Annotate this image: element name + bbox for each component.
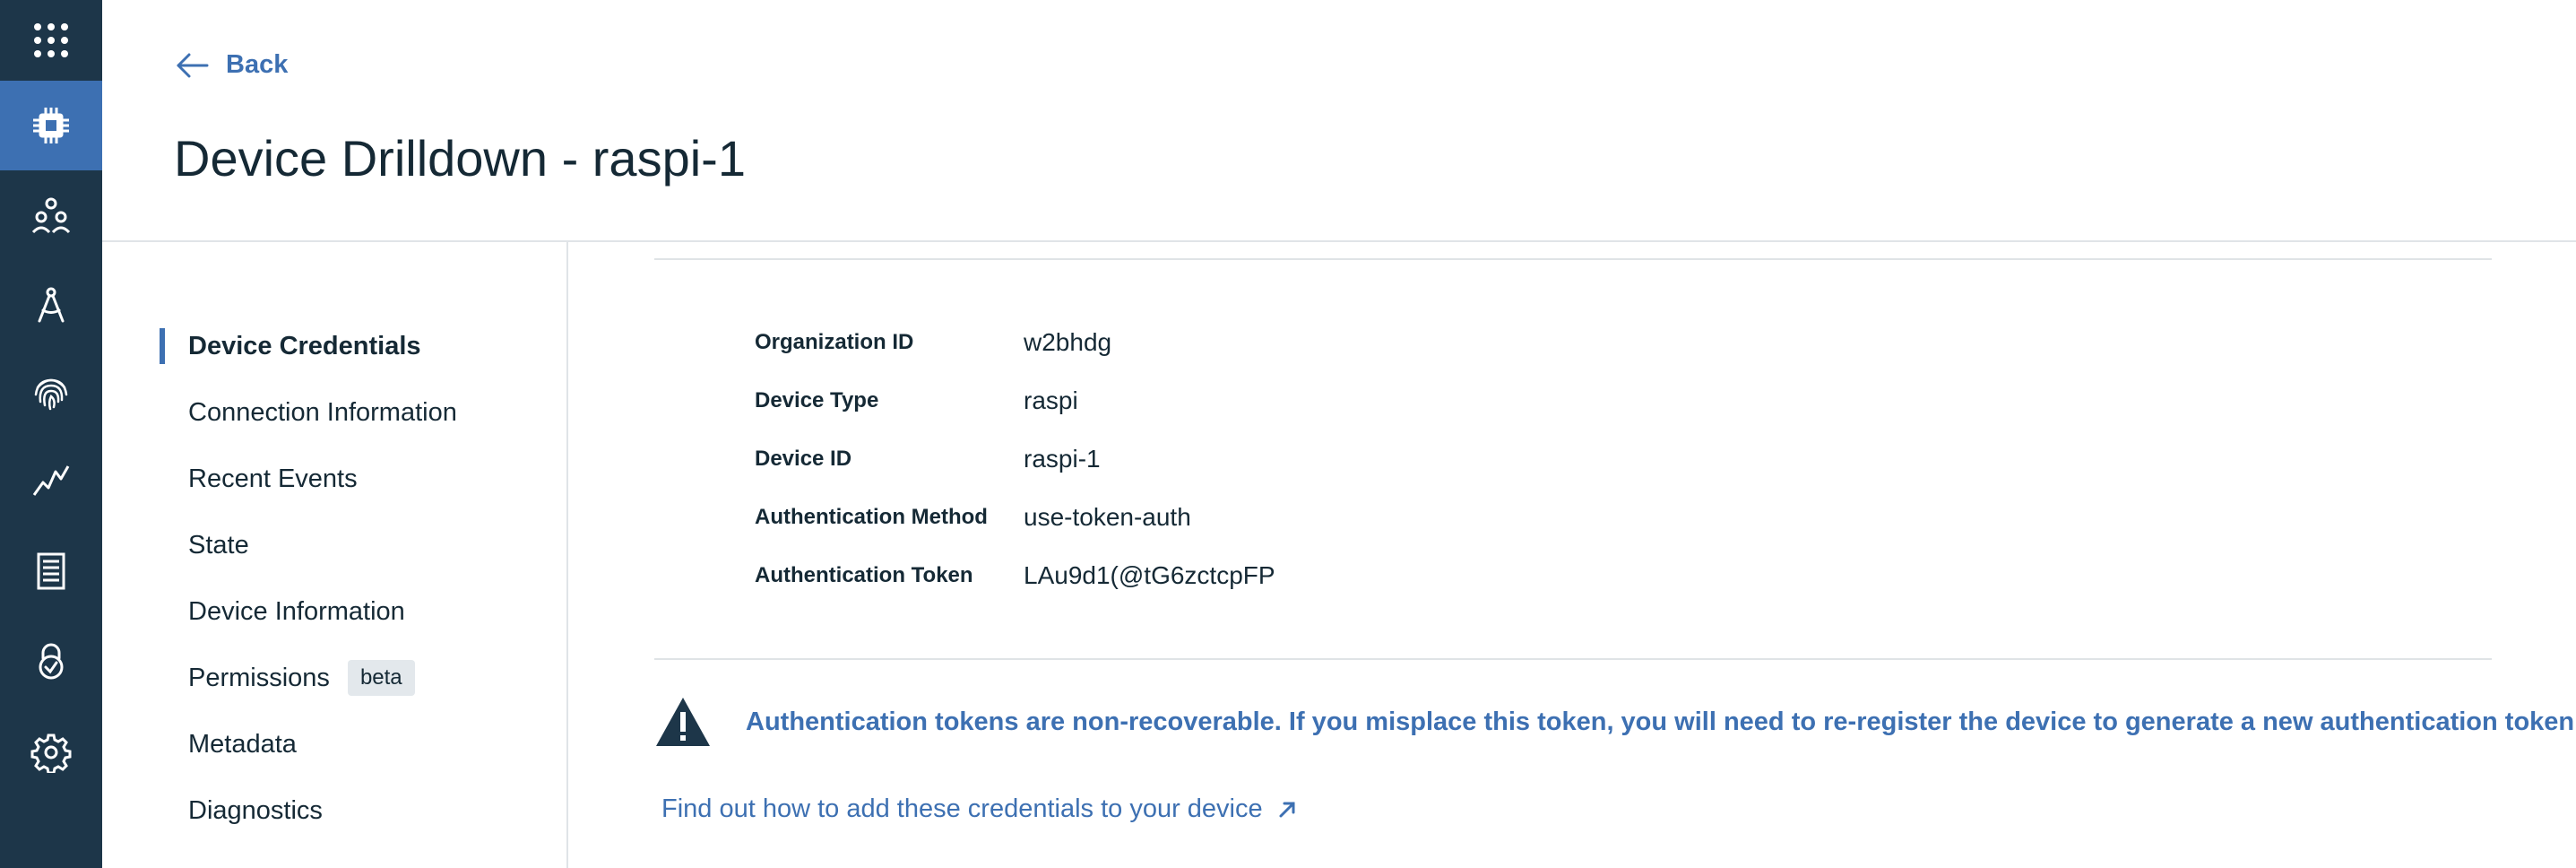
- members-icon: [31, 197, 71, 234]
- back-label: Back: [226, 50, 289, 79]
- nav-item-metadata[interactable]: Metadata: [160, 725, 297, 764]
- chip-icon: [33, 108, 69, 143]
- nav-item-label: Diagnostics: [188, 795, 323, 825]
- divider: [654, 658, 2492, 660]
- rail-item-identity[interactable]: [0, 352, 102, 432]
- page-header: Back Device Drilldown - raspi-1: [102, 0, 2576, 242]
- divider: [654, 258, 2492, 260]
- credential-row-authentication-token: Authentication Token LAu9d1(@tG6zctcpFP: [755, 558, 1275, 594]
- help-link-label: Find out how to add these credentials to…: [661, 794, 1263, 823]
- credential-row-authentication-method: Authentication Method use-token-auth: [755, 499, 1191, 535]
- icon-rail: [0, 0, 102, 868]
- rail-item-usage[interactable]: [0, 439, 102, 520]
- credential-value: raspi-1: [1024, 445, 1101, 473]
- credential-row-device-id: Device ID raspi-1: [755, 441, 1101, 477]
- credential-value: use-token-auth: [1024, 503, 1191, 531]
- back-link[interactable]: Back: [176, 50, 288, 80]
- credentials-panel: Organization ID w2bhdg Device Type raspi…: [568, 242, 2576, 868]
- nav-item-label: Device Credentials: [188, 331, 421, 360]
- nav-item-connection-information[interactable]: Connection Information: [160, 393, 457, 432]
- credential-label: Authentication Method: [755, 505, 988, 529]
- lock-icon: [39, 643, 64, 680]
- token-warning: Authentication tokens are non-recoverabl…: [654, 696, 2576, 748]
- beta-tag: beta: [347, 660, 415, 696]
- rail-item-logs[interactable]: [0, 531, 102, 612]
- nav-item-state[interactable]: State: [160, 525, 249, 565]
- credential-label: Organization ID: [755, 330, 914, 354]
- section-nav: Device Credentials Connection Informatio…: [102, 242, 568, 868]
- nav-item-diagnostics[interactable]: Diagnostics: [160, 791, 323, 830]
- nav-item-label: State: [188, 530, 249, 560]
- nav-item-label: Connection Information: [188, 397, 457, 427]
- warning-text: Authentication tokens are non-recoverabl…: [746, 707, 2576, 736]
- gear-icon: [30, 733, 72, 773]
- external-link-icon: [1279, 802, 1295, 817]
- credential-label: Device Type: [755, 388, 879, 412]
- rail-item-devices[interactable]: [0, 81, 102, 170]
- credential-label: Authentication Token: [755, 563, 973, 587]
- nav-item-label: Recent Events: [188, 464, 358, 493]
- nav-item-label: Permissions: [188, 663, 330, 692]
- nav-item-recent-events[interactable]: Recent Events: [160, 459, 358, 499]
- app-switcher-button[interactable]: [0, 0, 102, 81]
- credentials-help-link[interactable]: Find out how to add these credentials to…: [661, 794, 1297, 824]
- nav-item-device-information[interactable]: Device Information: [160, 592, 405, 631]
- warning-icon: [656, 698, 710, 746]
- credential-row-device-type: Device Type raspi: [755, 383, 1078, 419]
- credential-label: Device ID: [755, 447, 852, 471]
- credential-value: w2bhdg: [1024, 328, 1112, 356]
- usage-chart-icon: [32, 465, 70, 496]
- document-icon: [37, 552, 65, 590]
- rail-item-members[interactable]: [0, 176, 102, 256]
- arrow-left-icon: [177, 53, 209, 77]
- credential-value: raspi: [1024, 386, 1078, 414]
- nav-item-device-credentials[interactable]: Device Credentials: [160, 326, 421, 366]
- page-title: Device Drilldown - raspi-1: [174, 130, 746, 187]
- compass-icon: [38, 287, 65, 323]
- rail-item-security[interactable]: [0, 621, 102, 701]
- rail-item-rules[interactable]: [0, 264, 102, 344]
- nav-item-label: Device Information: [188, 596, 405, 626]
- fingerprint-icon: [34, 378, 68, 411]
- credential-value: LAu9d1(@tG6zctcpFP: [1024, 561, 1275, 589]
- rail-item-settings[interactable]: [0, 712, 102, 793]
- nav-item-permissions[interactable]: Permissions beta: [160, 658, 415, 698]
- app-switcher-icon: [34, 23, 68, 57]
- credential-row-organization-id: Organization ID w2bhdg: [755, 325, 1111, 360]
- nav-item-label: Metadata: [188, 729, 297, 759]
